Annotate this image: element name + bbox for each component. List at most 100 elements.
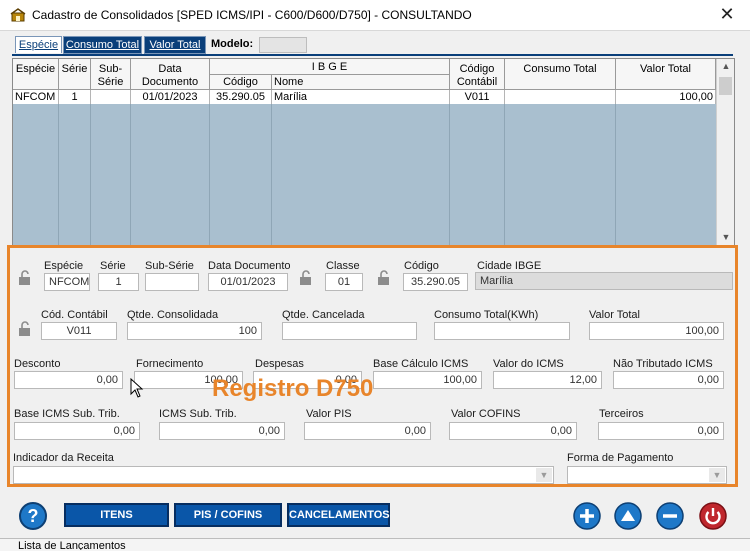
help-button[interactable]: ? xyxy=(19,502,47,530)
nao-tributado-icms-field[interactable]: 0,00 xyxy=(613,371,724,389)
forma-pagamento-label: Forma de Pagamento xyxy=(567,452,674,464)
valor-total-field[interactable]: 100,00 xyxy=(589,322,724,340)
lock-icon xyxy=(19,321,30,336)
classe-label: Classe xyxy=(326,260,360,272)
grid-line xyxy=(209,104,210,245)
chevron-down-icon[interactable]: ▼ xyxy=(536,468,552,482)
cell-serie[interactable]: 1 xyxy=(59,90,91,104)
especie-label: Espécie xyxy=(44,260,84,272)
close-icon[interactable]: ✕ xyxy=(716,3,738,25)
chevron-down-icon[interactable]: ▼ xyxy=(709,468,725,482)
grid-line xyxy=(130,104,131,245)
col-header-subserie[interactable]: Sub- Série xyxy=(91,59,131,90)
desconto-label: Desconto xyxy=(14,358,61,370)
cell-nome[interactable]: Marília xyxy=(272,90,450,104)
col-header-valor-total[interactable]: Valor Total xyxy=(616,59,716,90)
qtde-consolidada-label: Qtde. Consolidada xyxy=(127,309,219,321)
base-calculo-icms-label: Base Cálculo ICMS xyxy=(373,358,469,370)
data-documento-field[interactable]: 01/01/2023 xyxy=(208,273,288,291)
title-bar: Cadastro de Consolidados [SPED ICMS/IPI … xyxy=(0,0,750,31)
base-icms-sub-trib-label: Base ICMS Sub. Trib. xyxy=(14,408,120,420)
edit-up-icon[interactable] xyxy=(614,502,642,530)
cod-contabil-label: Cód. Contábil xyxy=(41,309,108,321)
cell-data[interactable]: 01/01/2023 xyxy=(131,90,210,104)
indicador-receita-select[interactable]: ▼ xyxy=(13,466,554,484)
lock-icon xyxy=(300,270,311,285)
tab-especie[interactable]: Espécie xyxy=(15,36,62,53)
base-calculo-icms-field[interactable]: 100,00 xyxy=(373,371,482,389)
valor-cofins-field[interactable]: 0,00 xyxy=(449,422,577,440)
col-header-cod-contabil[interactable]: Código Contábil xyxy=(450,59,505,90)
consolidados-grid[interactable]: Espécie Série Sub- Série Data Documento I … xyxy=(12,58,735,246)
subserie-label: Sub-Série xyxy=(145,260,194,272)
cursor-icon xyxy=(130,378,144,398)
col-header-serie[interactable]: Série xyxy=(59,59,91,90)
qtde-consolidada-field[interactable]: 100 xyxy=(127,322,262,340)
base-icms-sub-trib-field[interactable]: 0,00 xyxy=(14,422,140,440)
col-header-codigo[interactable]: Código xyxy=(210,75,272,90)
cidade-ibge-field[interactable]: Marília xyxy=(475,272,733,290)
scroll-thumb[interactable] xyxy=(719,77,732,95)
remove-icon[interactable] xyxy=(656,502,684,530)
status-bar: Lista de Lançamentos xyxy=(0,538,750,551)
col-header-nome[interactable]: Nome xyxy=(272,75,450,90)
valor-icms-label: Valor do ICMS xyxy=(493,358,564,370)
despesas-label: Despesas xyxy=(255,358,304,370)
valor-total-label: Valor Total xyxy=(589,309,640,321)
col-header-especie[interactable]: Espécie xyxy=(13,59,59,90)
codigo-label: Código xyxy=(404,260,439,272)
grid-line xyxy=(504,104,505,245)
indicador-receita-label: Indicador da Receita xyxy=(13,452,114,464)
qtde-cancelada-label: Qtde. Cancelada xyxy=(282,309,365,321)
cod-contabil-field[interactable]: V011 xyxy=(41,322,117,340)
modelo-field[interactable] xyxy=(259,37,307,53)
grid-line xyxy=(58,104,59,245)
scroll-up-icon[interactable]: ▲ xyxy=(717,59,734,73)
tab-valor-total[interactable]: Valor Total xyxy=(144,36,206,54)
cell-cod-contabil[interactable]: V011 xyxy=(450,90,505,104)
desconto-field[interactable]: 0,00 xyxy=(14,371,123,389)
cancelamentos-button[interactable]: CANCELAMENTOS xyxy=(287,503,390,527)
grid-line xyxy=(271,104,272,245)
cell-codigo[interactable]: 35.290.05 xyxy=(210,90,272,104)
qtde-cancelada-field[interactable] xyxy=(282,322,417,340)
lock-icon xyxy=(378,270,389,285)
valor-icms-field[interactable]: 12,00 xyxy=(493,371,602,389)
cell-valor-total[interactable]: 100,00 xyxy=(616,90,716,104)
nao-tributado-icms-label: Não Tributado ICMS xyxy=(613,358,713,370)
cell-consumo-total[interactable] xyxy=(505,90,616,104)
terceiros-field[interactable]: 0,00 xyxy=(598,422,724,440)
fornecimento-label: Fornecimento xyxy=(136,358,204,370)
valor-pis-label: Valor PIS xyxy=(306,408,352,420)
itens-button[interactable]: ITENS xyxy=(64,503,169,527)
data-documento-label: Data Documento xyxy=(208,260,291,272)
pis-cofins-button[interactable]: PIS / COFINS xyxy=(174,503,282,527)
codigo-field[interactable]: 35.290.05 xyxy=(403,273,468,291)
especie-field[interactable]: NFCOM xyxy=(44,273,90,291)
icms-sub-trib-field[interactable]: 0,00 xyxy=(159,422,285,440)
tab-consumo-total[interactable]: Consumo Total xyxy=(63,36,142,54)
subserie-field[interactable] xyxy=(145,273,199,291)
scroll-down-icon[interactable]: ▼ xyxy=(717,230,734,244)
col-header-data[interactable]: Data Documento xyxy=(131,59,210,90)
classe-field[interactable]: 01 xyxy=(325,273,363,291)
col-header-ibge-group: I B G E xyxy=(210,59,450,75)
icms-sub-trib-label: ICMS Sub. Trib. xyxy=(159,408,237,420)
col-header-consumo-total[interactable]: Consumo Total xyxy=(505,59,616,90)
terceiros-label: Terceiros xyxy=(599,408,644,420)
add-icon[interactable] xyxy=(573,502,601,530)
consumo-total-field[interactable] xyxy=(434,322,570,340)
consumo-total-label: Consumo Total(KWh) xyxy=(434,309,539,321)
power-icon[interactable] xyxy=(699,502,727,530)
cidade-ibge-label: Cidade IBGE xyxy=(477,260,542,272)
registro-annotation: Registro D750 xyxy=(212,375,374,402)
grid-line xyxy=(615,104,616,245)
grid-vertical-scrollbar[interactable]: ▲ ▼ xyxy=(716,59,734,245)
lock-icon xyxy=(19,270,30,285)
serie-field[interactable]: 1 xyxy=(98,273,139,291)
valor-pis-field[interactable]: 0,00 xyxy=(304,422,431,440)
cell-subserie[interactable] xyxy=(91,90,131,104)
forma-pagamento-select[interactable]: ▼ xyxy=(567,466,727,484)
cell-especie[interactable]: NFCOM xyxy=(13,90,59,104)
modelo-label: Modelo: xyxy=(211,38,254,50)
